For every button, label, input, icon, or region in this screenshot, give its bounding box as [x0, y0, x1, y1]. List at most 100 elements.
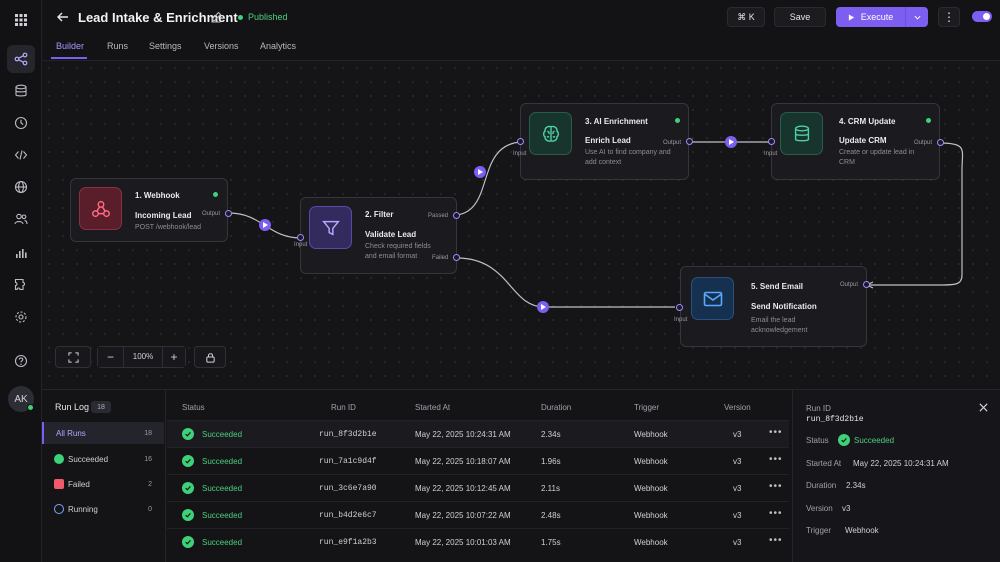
- fullscreen-icon: [67, 351, 79, 363]
- table-row[interactable]: Succeeded run_e9f1a2b3 May 22, 2025 10:0…: [167, 528, 789, 555]
- started-at: May 22, 2025 10:01:03 AM: [415, 538, 511, 547]
- filter-running[interactable]: Running 0: [42, 498, 164, 520]
- node-send-email[interactable]: 5. Send Email Send Notification Email th…: [674, 266, 867, 347]
- lock-icon: [205, 352, 215, 363]
- status-text: Succeeded: [202, 430, 243, 439]
- detail-version-label: Version: [806, 504, 833, 513]
- node-filter[interactable]: 2. Filter Validate Lead Check required f…: [294, 197, 457, 274]
- filter-label: Failed: [68, 479, 90, 489]
- run-id: run_b4d2e6c7: [319, 511, 377, 520]
- filter-count: 18: [144, 429, 152, 437]
- table-row[interactable]: Succeeded run_7a1c9d4f May 22, 2025 10:1…: [167, 447, 789, 474]
- node-status-dot: [675, 118, 680, 123]
- node-webhook[interactable]: 1. Webhook Incoming Lead POST /webhook/l…: [70, 178, 228, 242]
- trigger: Webhook: [634, 511, 668, 520]
- online-status-dot: [27, 404, 34, 411]
- filter-label: All Runs: [56, 428, 86, 438]
- run-id: run_7a1c9d4f: [319, 457, 377, 466]
- fit-view-button[interactable]: [55, 346, 91, 368]
- trigger: Webhook: [634, 538, 668, 547]
- node-description: Create or update lead in CRM: [839, 149, 915, 166]
- version: v3: [733, 511, 742, 520]
- zoom-out-button[interactable]: −: [98, 347, 124, 367]
- close-icon[interactable]: [978, 402, 990, 414]
- filter-count: 16: [144, 455, 152, 463]
- column-header-started-at[interactable]: Started At: [415, 403, 450, 412]
- run-id: run_3c6e7a90: [319, 484, 377, 493]
- version: v3: [733, 457, 742, 466]
- passed-port-label: Passed: [428, 213, 449, 219]
- detail-started-label: Started At: [806, 459, 842, 468]
- row-more-icon[interactable]: •••: [769, 454, 783, 465]
- trigger: Webhook: [634, 484, 668, 493]
- output-port-label: Output: [840, 282, 859, 288]
- check-circle-icon: [182, 509, 194, 521]
- input-port-label: Input: [513, 151, 527, 157]
- table-row[interactable]: Succeeded run_3c6e7a90 May 22, 2025 10:1…: [167, 474, 789, 501]
- filter-count: 0: [148, 505, 152, 513]
- node-title: 3. AI Enrichment: [585, 117, 648, 126]
- column-header-status[interactable]: Status: [182, 403, 205, 412]
- column-header-trigger[interactable]: Trigger: [634, 403, 659, 412]
- failed-port[interactable]: [453, 254, 460, 261]
- node-subtitle: Enrich Lead: [585, 136, 631, 145]
- table-row[interactable]: Succeeded run_8f3d2b1e May 22, 2025 10:2…: [167, 420, 789, 447]
- filter-failed[interactable]: Failed 2: [42, 473, 164, 495]
- column-header-version[interactable]: Version: [724, 403, 751, 412]
- brain-icon: [529, 112, 572, 155]
- filter-icon: [309, 206, 352, 249]
- row-more-icon[interactable]: •••: [769, 427, 783, 438]
- run-count-badge: 18: [91, 401, 111, 413]
- node-subtitle: Incoming Lead: [135, 211, 192, 220]
- started-at: May 22, 2025 10:24:31 AM: [415, 430, 511, 439]
- filter-all-runs[interactable]: All Runs 18: [42, 422, 164, 444]
- node-description: Email the lead acknowledgement: [751, 317, 808, 334]
- zoom-in-button[interactable]: +: [162, 347, 185, 367]
- status-text: Succeeded: [202, 538, 243, 547]
- column-header-duration[interactable]: Duration: [541, 403, 571, 412]
- node-status-dot: [213, 192, 218, 197]
- row-more-icon[interactable]: •••: [769, 535, 783, 546]
- output-port[interactable]: [937, 139, 944, 146]
- duration: 2.11s: [541, 484, 560, 493]
- column-header-run-id[interactable]: Run ID: [331, 403, 356, 412]
- duration: 1.75s: [541, 538, 561, 547]
- lock-canvas-button[interactable]: [194, 346, 226, 368]
- input-port[interactable]: [676, 304, 683, 311]
- node-subtitle: Update CRM: [839, 136, 887, 145]
- table-row[interactable]: Succeeded run_b4d2e6c7 May 22, 2025 10:0…: [167, 501, 789, 528]
- row-more-icon[interactable]: •••: [769, 481, 783, 492]
- node-description: Use AI to find company and add context: [585, 149, 671, 166]
- row-more-icon[interactable]: •••: [769, 508, 783, 519]
- input-port-label: Input: [674, 317, 688, 323]
- duration: 2.34s: [541, 430, 561, 439]
- node-ai-enrichment[interactable]: 3. AI Enrichment Enrich Lead Use AI to f…: [513, 103, 689, 180]
- detail-status: Succeeded: [854, 436, 895, 445]
- output-port[interactable]: [863, 281, 870, 288]
- zoom-level: 100%: [132, 352, 154, 361]
- node-title: 1. Webhook: [135, 191, 180, 200]
- duration: 1.96s: [541, 457, 561, 466]
- edge-filter-email: [456, 257, 675, 308]
- filter-count: 2: [148, 480, 152, 488]
- check-circle-icon: [182, 428, 194, 440]
- detail-started: May 22, 2025 10:24:31 AM: [853, 459, 949, 468]
- input-port[interactable]: [297, 234, 304, 241]
- status-text: Succeeded: [202, 511, 243, 520]
- filter-succeeded[interactable]: Succeeded 16: [42, 448, 164, 470]
- input-port[interactable]: [517, 138, 524, 145]
- passed-port[interactable]: [453, 212, 460, 219]
- mail-icon: [691, 277, 734, 320]
- detail-run-id: run_8f3d2b1e: [806, 415, 864, 424]
- input-port[interactable]: [768, 138, 775, 145]
- trigger: Webhook: [634, 430, 668, 439]
- output-port[interactable]: [686, 138, 693, 145]
- node-crm-update[interactable]: 4. CRM Update Update CRM Create or updat…: [764, 103, 940, 180]
- filter-label: Running: [68, 504, 98, 514]
- output-port[interactable]: [225, 210, 232, 217]
- detail-duration-label: Duration: [806, 481, 837, 490]
- error-icon: [54, 479, 64, 489]
- detail-duration: 2.34s: [846, 481, 866, 490]
- run-id: run_8f3d2b1e: [319, 430, 377, 439]
- input-port-label: Input: [764, 151, 778, 157]
